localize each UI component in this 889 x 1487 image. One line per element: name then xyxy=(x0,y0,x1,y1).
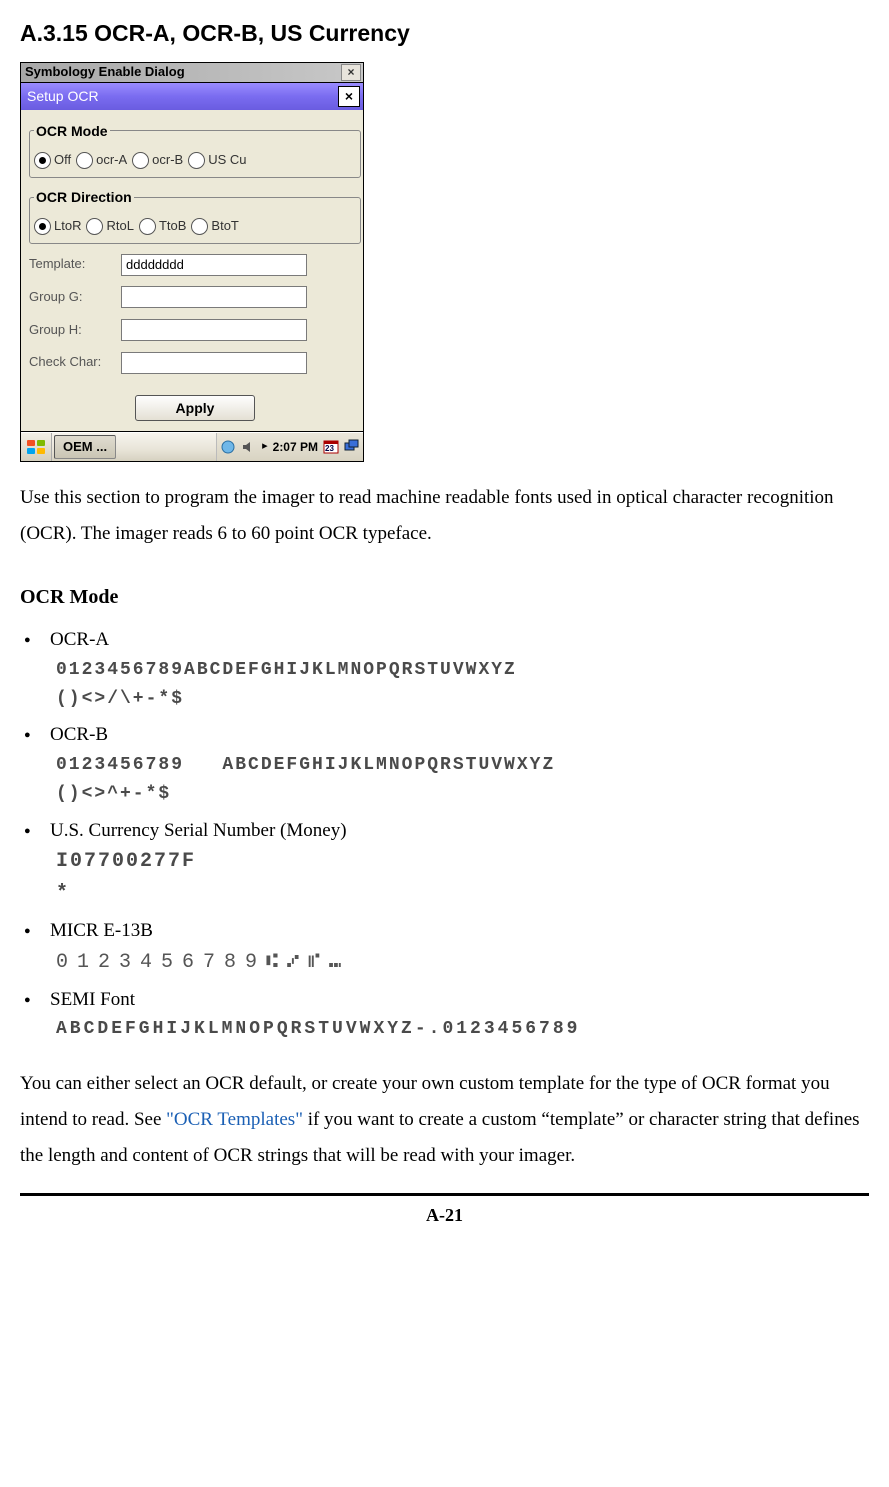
ocr-a-sample-line2: ()<>/\+-*$ xyxy=(56,688,869,711)
semi-sample: ABCDEFGHIJKLMNOPQRSTUVWXYZ-.0123456789 xyxy=(56,1018,869,1041)
us-currency-sample-line1: I07700277F xyxy=(56,849,869,875)
ocr-b-sample-line2: ()<>^+-*$ xyxy=(56,783,869,806)
background-dialog-titlebar: Symbology Enable Dialog × xyxy=(21,63,363,83)
radio-dir-ttob[interactable]: TtoB xyxy=(139,214,186,239)
radio-label: Off xyxy=(54,148,71,173)
apply-button[interactable]: Apply xyxy=(135,395,255,421)
ocr-templates-link[interactable]: "OCR Templates" xyxy=(166,1109,303,1130)
radio-label: BtoT xyxy=(211,214,238,239)
taskbar-clock[interactable]: 2:07 PM xyxy=(273,436,318,459)
radio-dir-rtol[interactable]: RtoL xyxy=(86,214,133,239)
ocr-mode-radio-row: Off ocr-A ocr-B US Cu xyxy=(34,148,358,173)
radio-mode-ocr-b[interactable]: ocr-B xyxy=(132,148,183,173)
micr-label: MICR E-13B xyxy=(24,917,869,946)
tray-arrow-icon[interactable]: ▸ xyxy=(262,436,268,457)
setup-titlebar: Setup OCR × xyxy=(21,83,363,110)
check-char-label: Check Char: xyxy=(29,350,121,375)
check-char-input[interactable] xyxy=(121,352,307,374)
ocr-b-label: OCR-B xyxy=(24,721,869,750)
radio-label: ocr-A xyxy=(96,148,127,173)
us-currency-sample-line2: * xyxy=(56,881,869,907)
taskbar: OEM ... ▸ 2:07 PM 23 xyxy=(21,432,363,461)
group-h-label: Group H: xyxy=(29,318,121,343)
radio-icon xyxy=(86,218,103,235)
radio-mode-us-currency[interactable]: US Cu xyxy=(188,148,246,173)
group-g-input[interactable] xyxy=(121,286,307,308)
radio-label: US Cu xyxy=(208,148,246,173)
ocr-direction-legend: OCR Direction xyxy=(34,184,134,211)
radio-label: RtoL xyxy=(106,214,133,239)
screenshot-container: Symbology Enable Dialog × Setup OCR × OC… xyxy=(20,62,364,462)
volume-icon[interactable] xyxy=(241,439,257,455)
calendar-badge: 23 xyxy=(325,441,334,456)
apply-row: Apply xyxy=(29,395,361,421)
template-label: Template: xyxy=(29,252,121,277)
radio-icon xyxy=(76,152,93,169)
system-tray: ▸ 2:07 PM 23 xyxy=(216,433,363,461)
radio-mode-ocr-a[interactable]: ocr-A xyxy=(76,148,127,173)
ocr-b-sample-line1: 0123456789 ABCDEFGHIJKLMNOPQRSTUVWXYZ xyxy=(56,754,869,777)
cascade-windows-icon[interactable] xyxy=(344,439,360,455)
radio-icon xyxy=(139,218,156,235)
setup-body: OCR Mode Off ocr-A ocr-B US Cu OCR Direc… xyxy=(21,110,363,431)
list-item-ocr-b: OCR-B 0123456789 ABCDEFGHIJKLMNOPQRSTUVW… xyxy=(24,721,869,806)
ocr-direction-radio-row: LtoR RtoL TtoB BtoT xyxy=(34,214,358,239)
windows-flag-icon xyxy=(27,440,45,454)
radio-label: TtoB xyxy=(159,214,186,239)
list-item-semi: SEMI Font ABCDEFGHIJKLMNOPQRSTUVWXYZ-.01… xyxy=(24,986,869,1042)
micr-sample: 0123456789⑆⑇⑈⑉ xyxy=(56,950,869,976)
ocr-a-label: OCR-A xyxy=(24,626,869,655)
ocr-mode-subheading: OCR Mode xyxy=(20,578,869,616)
radio-icon xyxy=(188,152,205,169)
radio-mode-off[interactable]: Off xyxy=(34,148,71,173)
setup-ocr-window: Setup OCR × OCR Mode Off ocr-A ocr-B US … xyxy=(20,82,364,432)
radio-icon xyxy=(34,152,51,169)
list-item-micr: MICR E-13B 0123456789⑆⑇⑈⑉ xyxy=(24,917,869,976)
template-input[interactable] xyxy=(121,254,307,276)
us-currency-label: U.S. Currency Serial Number (Money) xyxy=(24,817,869,846)
footer-rule xyxy=(20,1193,869,1196)
radio-label: ocr-B xyxy=(152,148,183,173)
intro-paragraph: Use this section to program the imager t… xyxy=(20,480,869,552)
background-dialog-title: Symbology Enable Dialog xyxy=(25,63,185,83)
closing-paragraph: You can either select an OCR default, or… xyxy=(20,1066,869,1174)
taskbar-task-button[interactable]: OEM ... xyxy=(54,435,116,459)
start-button[interactable] xyxy=(21,433,52,461)
background-close-button[interactable]: × xyxy=(341,64,361,81)
setup-close-button[interactable]: × xyxy=(338,86,360,107)
ocr-mode-group: OCR Mode Off ocr-A ocr-B US Cu xyxy=(29,118,361,178)
section-heading: A.3.15 OCR-A, OCR-B, US Currency xyxy=(20,20,869,48)
group-g-row: Group G: xyxy=(29,285,361,310)
group-h-row: Group H: xyxy=(29,318,361,343)
page-number: A-21 xyxy=(20,1198,869,1232)
list-item-us-currency: U.S. Currency Serial Number (Money) I077… xyxy=(24,817,869,908)
radio-icon xyxy=(191,218,208,235)
radio-dir-ltor[interactable]: LtoR xyxy=(34,214,81,239)
radio-icon xyxy=(34,218,51,235)
font-examples-list: OCR-A 0123456789ABCDEFGHIJKLMNOPQRSTUVWX… xyxy=(24,626,869,1041)
network-icon[interactable] xyxy=(220,439,236,455)
setup-title-text: Setup OCR xyxy=(27,83,99,110)
radio-label: LtoR xyxy=(54,214,81,239)
ocr-direction-group: OCR Direction LtoR RtoL TtoB BtoT xyxy=(29,184,361,244)
calendar-icon[interactable]: 23 xyxy=(323,439,339,455)
semi-label: SEMI Font xyxy=(24,986,869,1015)
radio-icon xyxy=(132,152,149,169)
list-item-ocr-a: OCR-A 0123456789ABCDEFGHIJKLMNOPQRSTUVWX… xyxy=(24,626,869,711)
ocr-a-sample-line1: 0123456789ABCDEFGHIJKLMNOPQRSTUVWXYZ xyxy=(56,659,869,682)
group-g-label: Group G: xyxy=(29,285,121,310)
group-h-input[interactable] xyxy=(121,319,307,341)
radio-dir-btot[interactable]: BtoT xyxy=(191,214,238,239)
ocr-mode-legend: OCR Mode xyxy=(34,118,110,145)
check-char-row: Check Char: xyxy=(29,350,361,375)
template-row: Template: xyxy=(29,252,361,277)
